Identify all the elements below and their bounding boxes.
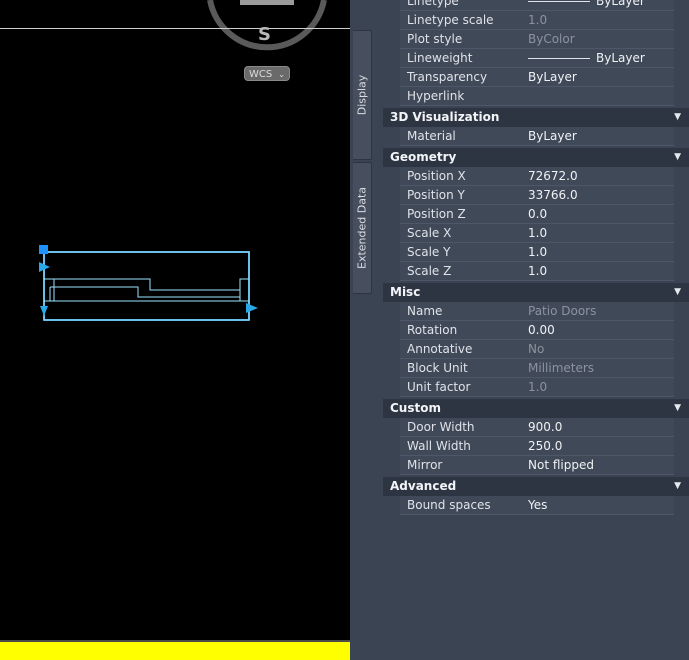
prop-name: Plot style (400, 30, 533, 49)
prop-value[interactable]: 1.0 (525, 378, 674, 397)
category-advanced[interactable]: Advanced ▼ (383, 477, 689, 496)
prop-value[interactable]: Millimeters (525, 359, 674, 378)
prop-row-scale-z[interactable]: Scale Z 1.0 (383, 262, 689, 281)
prop-value[interactable]: ByColor (525, 30, 674, 49)
prop-name: Door Width (400, 418, 533, 437)
prop-value-lineweight[interactable]: ByLayer (525, 49, 674, 68)
prop-row-annotative[interactable]: Annotative No (383, 340, 689, 359)
prop-value[interactable]: 900.0 (525, 418, 674, 437)
prop-row-transparency[interactable]: Transparency ByLayer (383, 68, 689, 87)
category-title: Custom (390, 401, 441, 415)
prop-row-hyperlink[interactable]: Hyperlink (383, 87, 689, 106)
prop-name: Annotative (400, 340, 533, 359)
prop-value[interactable] (525, 87, 674, 106)
prop-value[interactable]: 1.0 (525, 262, 674, 281)
tab-display-label: Display (355, 74, 369, 116)
prop-name: Transparency (400, 68, 533, 87)
prop-name: Position Y (400, 186, 533, 205)
properties-palette: Display Extended Data Linetype ByLayer L… (350, 0, 689, 660)
category-custom[interactable]: Custom ▼ (383, 399, 689, 418)
tab-extended-data[interactable]: Extended Data (353, 162, 372, 294)
patio-door-block[interactable] (0, 0, 350, 640)
prop-row-bound-spaces[interactable]: Bound spaces Yes (383, 496, 689, 515)
prop-name: Bound spaces (400, 496, 533, 515)
prop-value[interactable]: 0.00 (525, 321, 674, 340)
prop-name: Material (400, 127, 533, 146)
category-3d-visualization[interactable]: 3D Visualization ▼ (383, 108, 689, 127)
prop-row-name[interactable]: Name Patio Doors (383, 302, 689, 321)
prop-value-linetype[interactable]: ByLayer (525, 0, 674, 11)
stretch-grip-right[interactable] (246, 303, 258, 313)
prop-value[interactable]: Yes (525, 496, 674, 515)
prop-value[interactable]: 1.0 (525, 11, 674, 30)
tab-display[interactable]: Display (353, 30, 372, 160)
lineweight-swatch (528, 58, 590, 59)
prop-row-wall-width[interactable]: Wall Width 250.0 (383, 437, 689, 456)
prop-name: Scale X (400, 224, 533, 243)
prop-name: Name (400, 302, 533, 321)
prop-row-position-x[interactable]: Position X 72672.0 (383, 167, 689, 186)
prop-name: Scale Y (400, 243, 533, 262)
prop-name: Hyperlink (400, 87, 533, 106)
category-title: 3D Visualization (390, 110, 500, 124)
prop-name: Block Unit (400, 359, 533, 378)
collapse-arrow-icon[interactable]: ▼ (674, 108, 681, 127)
prop-row-scale-x[interactable]: Scale X 1.0 (383, 224, 689, 243)
prop-row-rotation[interactable]: Rotation 0.00 (383, 321, 689, 340)
drawing-canvas[interactable]: S WCS ⌄ (0, 0, 350, 660)
prop-name: Lineweight (400, 49, 533, 68)
category-title: Geometry (390, 150, 457, 164)
stretch-grip-down[interactable] (40, 306, 48, 316)
tab-extended-data-label: Extended Data (355, 186, 369, 270)
prop-value[interactable]: 72672.0 (525, 167, 674, 186)
category-title: Advanced (390, 479, 457, 493)
prop-value[interactable]: 33766.0 (525, 186, 674, 205)
prop-name: Wall Width (400, 437, 533, 456)
prop-name: Scale Z (400, 262, 533, 281)
prop-name: Position X (400, 167, 533, 186)
collapse-arrow-icon[interactable]: ▼ (674, 148, 681, 167)
category-misc[interactable]: Misc ▼ (383, 283, 689, 302)
prop-value[interactable]: 0.0 (525, 205, 674, 224)
prop-row-mirror[interactable]: Mirror Not flipped (383, 456, 689, 475)
prop-row-scale-y[interactable]: Scale Y 1.0 (383, 243, 689, 262)
collapse-arrow-icon[interactable]: ▼ (674, 399, 681, 418)
prop-value[interactable]: 1.0 (525, 224, 674, 243)
prop-row-lineweight[interactable]: Lineweight ByLayer (383, 49, 689, 68)
prop-row-position-z[interactable]: Position Z 0.0 (383, 205, 689, 224)
prop-value[interactable]: No (525, 340, 674, 359)
prop-name: Rotation (400, 321, 533, 340)
prop-value[interactable]: Not flipped (525, 456, 674, 475)
prop-name: Linetype (400, 0, 533, 11)
prop-row-door-width[interactable]: Door Width 900.0 (383, 418, 689, 437)
prop-name: Unit factor (400, 378, 533, 397)
command-status-bar[interactable] (0, 642, 350, 660)
prop-row-linetype[interactable]: Linetype ByLayer (383, 0, 689, 11)
prop-value[interactable]: ByLayer (525, 127, 674, 146)
prop-row-position-y[interactable]: Position Y 33766.0 (383, 186, 689, 205)
prop-name: Mirror (400, 456, 533, 475)
prop-value[interactable]: Patio Doors (525, 302, 674, 321)
prop-value[interactable]: 1.0 (525, 243, 674, 262)
linetype-swatch (528, 1, 590, 2)
collapse-arrow-icon[interactable]: ▼ (674, 477, 681, 496)
prop-value[interactable]: ByLayer (525, 68, 674, 87)
collapse-arrow-icon[interactable]: ▼ (674, 283, 681, 302)
prop-value[interactable]: 250.0 (525, 437, 674, 456)
prop-row-block-unit[interactable]: Block Unit Millimeters (383, 359, 689, 378)
prop-row-linetype-scale[interactable]: Linetype scale 1.0 (383, 11, 689, 30)
prop-row-unit-factor[interactable]: Unit factor 1.0 (383, 378, 689, 397)
prop-name: Position Z (400, 205, 533, 224)
prop-name: Linetype scale (400, 11, 533, 30)
category-title: Misc (390, 285, 421, 299)
category-geometry[interactable]: Geometry ▼ (383, 148, 689, 167)
prop-row-material[interactable]: Material ByLayer (383, 127, 689, 146)
base-point-grip[interactable] (39, 245, 48, 254)
properties-list: Linetype ByLayer Linetype scale 1.0 Plot… (383, 0, 689, 515)
prop-row-plot-style[interactable]: Plot style ByColor (383, 30, 689, 49)
